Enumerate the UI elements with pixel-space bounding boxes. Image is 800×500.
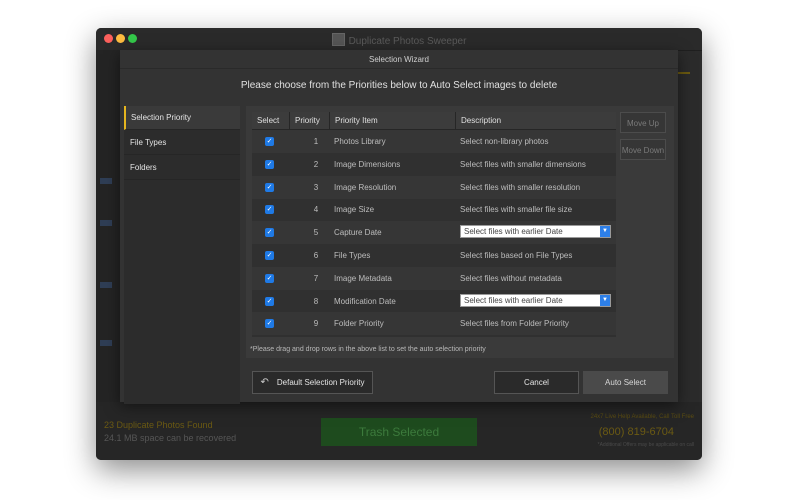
column-header-description[interactable]: Description	[456, 112, 616, 129]
priority-number: 1	[313, 137, 319, 146]
checkmark-icon: ✓	[266, 252, 273, 259]
priority-number: 4	[313, 205, 319, 215]
priority-description: Select files with smaller dimensions	[460, 159, 586, 169]
priority-number: 3	[313, 182, 319, 192]
priority-number: 2	[313, 159, 319, 169]
select-checkbox[interactable]: ✓	[265, 137, 274, 146]
background-marker	[100, 178, 112, 184]
title-bar: Duplicate Photos Sweeper	[96, 28, 702, 51]
priority-number: 7	[313, 273, 319, 283]
background-marker	[100, 220, 112, 226]
priority-description: Select files with smaller file size	[460, 205, 573, 215]
default-selection-priority-label: Default Selection Priority	[276, 378, 365, 387]
priority-number: 6	[313, 251, 319, 260]
priority-number: 8	[313, 296, 319, 306]
select-checkbox[interactable]: ✓	[265, 205, 274, 215]
move-down-button[interactable]: Move Down	[620, 139, 666, 160]
bottom-bar: 23 Duplicate Photos Found 24.1 MB space …	[96, 402, 702, 460]
priority-description: Select files based on File Types	[460, 251, 573, 260]
priority-item: Image Resolution	[334, 182, 397, 192]
cancel-button[interactable]: Cancel	[494, 371, 579, 394]
table-header: Select Priority Priority Item Descriptio…	[252, 112, 616, 130]
column-header-priority[interactable]: Priority	[290, 112, 330, 129]
priority-item: Image Size	[334, 205, 375, 215]
checkmark-icon: ✓	[266, 229, 273, 237]
trash-selected-button[interactable]: Trash Selected	[321, 418, 477, 446]
table-row[interactable]: ✓ 6 File Types Select files based on File T…	[252, 244, 616, 267]
sidebar-item-folders[interactable]: Folders	[124, 156, 240, 180]
select-checkbox[interactable]: ✓	[265, 296, 274, 306]
phone-number[interactable]: (800) 819-6704	[599, 426, 674, 438]
app-logo-icon	[331, 33, 345, 46]
checkmark-icon: ✓	[266, 138, 273, 145]
checkmark-icon: ✓	[266, 274, 273, 282]
table-row[interactable]: ✓ 2 Image Dimensions Select files with smal…	[252, 153, 616, 176]
select-checkbox[interactable]: ✓	[265, 159, 274, 169]
dialog-title: Selection Wizard	[368, 55, 430, 64]
checkmark-icon: ✓	[266, 320, 273, 328]
priority-item: Modification Date	[334, 296, 396, 306]
priority-description: Select files with smaller resolution	[460, 182, 581, 192]
help-line: 24x7 Live Help Available, Call Toll Free	[590, 414, 694, 420]
priority-item: Image Dimensions	[334, 159, 401, 169]
background-left-panel	[96, 50, 120, 402]
priority-description: Select files from Folder Priority	[460, 319, 569, 329]
background-marker	[100, 282, 112, 288]
default-selection-priority-button[interactable]: ↶ Default Selection Priority	[252, 371, 373, 394]
duplicates-count: 23 Duplicate Photos Found	[104, 420, 213, 430]
priority-table: Select Priority Priority Item Descriptio…	[252, 112, 616, 337]
checkmark-icon: ✓	[266, 206, 273, 214]
description-dropdown[interactable]: Select files with earlier Date ▼	[460, 225, 611, 239]
priority-item: Image Metadata	[334, 273, 392, 283]
table-row[interactable]: ✓ 3 Image Resolution Select files with smal…	[252, 175, 616, 199]
selection-wizard-dialog: Selection Wizard Please choose from the …	[120, 50, 678, 404]
chevron-down-icon[interactable]: ▼	[600, 226, 610, 238]
back-arrow-icon: ↶	[260, 377, 269, 388]
offers-note: *Additional Offers may be applicable on …	[597, 442, 694, 448]
priority-description: Select non-library photos	[460, 137, 549, 146]
priority-item: Folder Priority	[334, 319, 384, 329]
priority-number: 9	[313, 319, 319, 329]
dialog-divider	[120, 68, 678, 69]
chevron-down-icon[interactable]: ▼	[600, 294, 610, 306]
move-up-button[interactable]: Move Up	[620, 112, 666, 133]
select-checkbox[interactable]: ✓	[265, 319, 274, 329]
column-header-select[interactable]: Select	[252, 112, 290, 129]
background-marker	[100, 340, 112, 346]
description-dropdown[interactable]: Select files with earlier Date ▼	[460, 293, 611, 307]
sidebar-item-file-types[interactable]: File Types	[124, 131, 240, 155]
priority-item: Capture Date	[334, 228, 382, 238]
select-checkbox[interactable]: ✓	[265, 228, 274, 238]
table-row[interactable]: ✓ 4 Image Size Select files with smaller fi…	[252, 198, 616, 221]
table-row[interactable]: ✓ 7 Image Metadata Select files without met…	[252, 266, 616, 290]
checkmark-icon: ✓	[266, 160, 273, 168]
select-checkbox[interactable]: ✓	[265, 182, 274, 192]
select-checkbox[interactable]: ✓	[265, 273, 274, 283]
checkmark-icon: ✓	[266, 183, 273, 191]
priority-description: Select files without metadata	[460, 273, 562, 283]
space-recoverable: 24.1 MB space can be recovered	[104, 433, 237, 443]
priority-item: Photos Library	[334, 137, 386, 146]
dialog-heading: Please choose from the Priorities below …	[240, 80, 558, 91]
table-row[interactable]: ✓ 1 Photos Library Select non-library photo…	[252, 130, 616, 153]
select-checkbox[interactable]: ✓	[265, 251, 274, 260]
priority-item: File Types	[334, 251, 371, 260]
dropdown-selected-value: Select files with earlier Date	[464, 227, 563, 237]
auto-select-button[interactable]: Auto Select	[583, 371, 668, 394]
app-title: Duplicate Photos Sweeper	[96, 33, 702, 47]
priority-content: Select Priority Priority Item Descriptio…	[246, 106, 674, 358]
dropdown-selected-value: Select files with earlier Date	[464, 295, 563, 305]
column-header-priority-item[interactable]: Priority Item	[330, 112, 456, 129]
table-row[interactable]: ✓ 8 Modification Date Select files with ear…	[252, 290, 616, 313]
app-title-text: Duplicate Photos Sweeper	[348, 36, 467, 47]
sidebar-item-selection-priority[interactable]: Selection Priority	[124, 106, 240, 130]
table-row[interactable]: ✓ 5 Capture Date Select files with earlier …	[252, 221, 616, 245]
checkmark-icon: ✓	[266, 297, 273, 305]
priority-number: 5	[313, 228, 319, 238]
drag-drop-note: *Please drag and drop rows in the above …	[250, 346, 486, 353]
app-window: Duplicate Photos Sweeper 23 Duplicate Ph…	[96, 28, 702, 460]
table-row[interactable]: ✓ 9 Folder Priority Select files from Folde…	[252, 312, 616, 336]
wizard-sidebar: Selection Priority File Types Folders	[124, 106, 240, 404]
